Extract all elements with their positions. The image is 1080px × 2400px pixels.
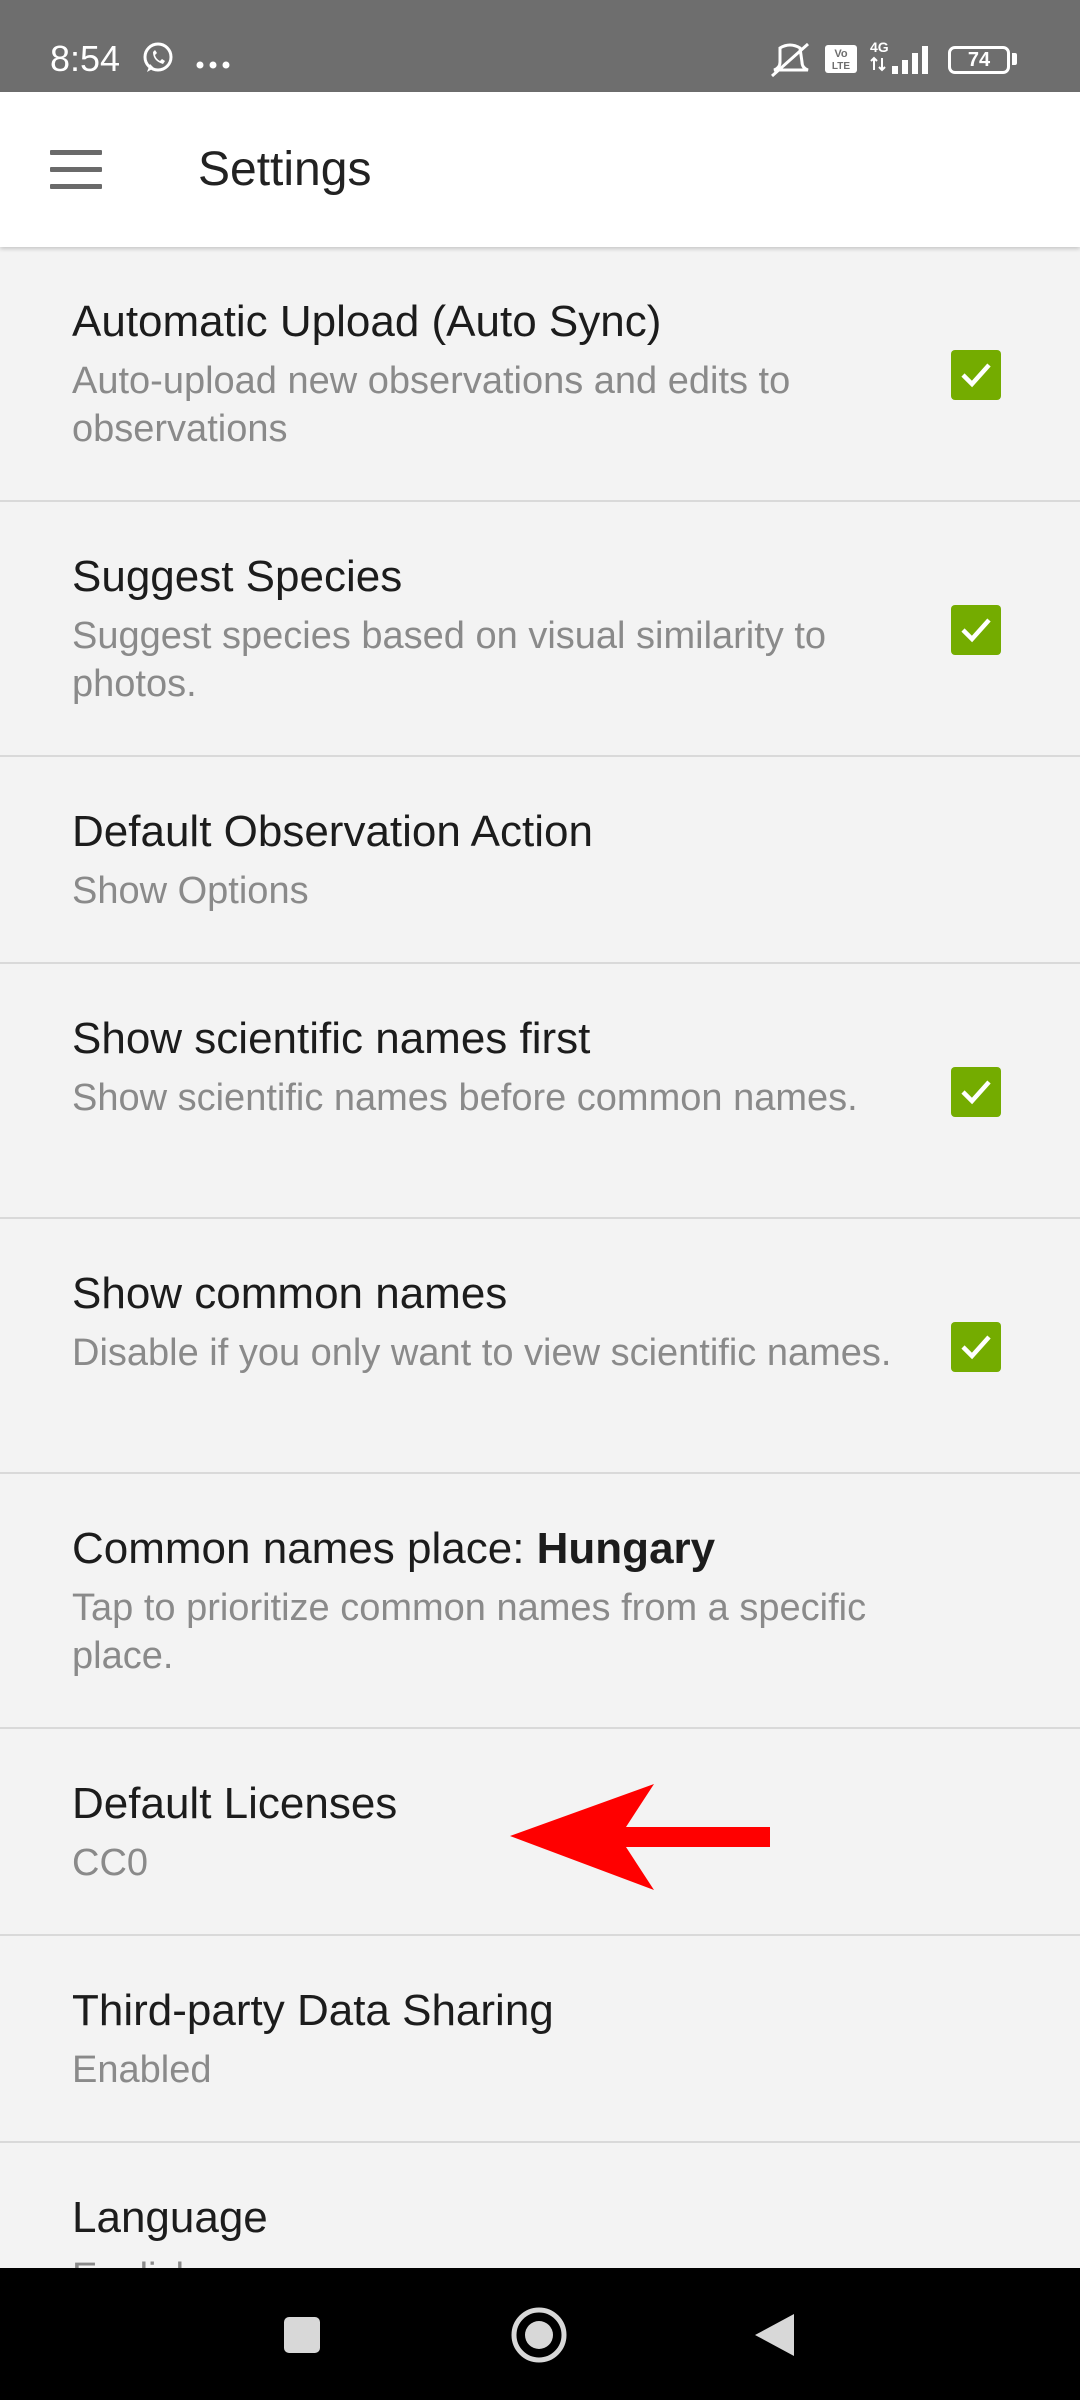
setting-title: Default Licenses <box>72 1779 398 1828</box>
app-bar: Settings <box>0 92 1080 247</box>
setting-title: Common names place: Hungary <box>72 1524 715 1574</box>
scientific-names-first-checkbox[interactable] <box>951 1067 1001 1117</box>
navigation-bar <box>0 2268 1080 2400</box>
hamburger-menu-icon[interactable] <box>50 150 102 190</box>
setting-title: Suggest Species <box>72 552 403 601</box>
setting-subtitle: Enabled <box>72 2049 212 2091</box>
home-circle-icon[interactable] <box>510 2306 568 2364</box>
back-triangle-icon[interactable] <box>752 2312 796 2358</box>
place-name: Hungary <box>536 1524 716 1573</box>
show-common-names-checkbox[interactable] <box>951 1322 1001 1372</box>
setting-third-party-data-sharing[interactable]: Third-party Data Sharing Enabled <box>0 1936 1080 2143</box>
auto-upload-checkbox[interactable] <box>951 350 1001 400</box>
setting-subtitle: Auto-upload new observations and edits t… <box>72 360 791 450</box>
setting-common-names-place[interactable]: Common names place: Hungary Tap to prior… <box>0 1474 1080 1729</box>
setting-title: Automatic Upload (Auto Sync) <box>72 297 662 346</box>
vibrate-off-icon <box>768 40 812 85</box>
whatsapp-icon <box>140 40 176 81</box>
setting-subtitle: Show scientific names before common name… <box>72 1077 858 1119</box>
volte-icon: Vo LTE <box>824 44 858 79</box>
setting-title: Default Observation Action <box>72 807 593 856</box>
setting-title: Language <box>72 2193 268 2242</box>
status-bar: 8:54 Vo LTE 4G 74 <box>0 0 1080 92</box>
setting-title: Show scientific names first <box>72 1014 591 1063</box>
4g-signal-icon: 4G <box>868 38 938 83</box>
setting-subtitle: Show Options <box>72 870 309 912</box>
more-notifications-icon <box>196 56 230 74</box>
setting-default-observation-action[interactable]: Default Observation Action Show Options <box>0 757 1080 964</box>
settings-list: Automatic Upload (Auto Sync) Auto-upload… <box>0 247 1080 2350</box>
setting-scientific-names-first[interactable]: Show scientific names first Show scienti… <box>0 964 1080 1219</box>
setting-show-common-names[interactable]: Show common names Disable if you only wa… <box>0 1219 1080 1474</box>
svg-text:4G: 4G <box>870 39 889 55</box>
setting-title-prefix: Common names place: <box>72 1524 537 1573</box>
setting-suggest-species[interactable]: Suggest Species Suggest species based on… <box>0 502 1080 757</box>
setting-subtitle: Disable if you only want to view scienti… <box>72 1332 892 1374</box>
recents-square-icon[interactable] <box>283 2316 321 2354</box>
page-title: Settings <box>198 143 372 196</box>
svg-text:LTE: LTE <box>832 61 850 72</box>
setting-subtitle: Tap to prioritize common names from a sp… <box>72 1587 867 1677</box>
setting-subtitle: Suggest species based on visual similari… <box>72 615 827 705</box>
battery-tip <box>1012 53 1017 65</box>
setting-auto-upload[interactable]: Automatic Upload (Auto Sync) Auto-upload… <box>0 247 1080 502</box>
svg-text:Vo: Vo <box>834 48 848 60</box>
battery-icon: 74 <box>948 46 1010 74</box>
setting-title: Third-party Data Sharing <box>72 1986 554 2035</box>
suggest-species-checkbox[interactable] <box>951 605 1001 655</box>
annotation-arrow-icon <box>510 1784 770 1890</box>
setting-title: Show common names <box>72 1269 508 1318</box>
status-time: 8:54 <box>50 38 121 79</box>
